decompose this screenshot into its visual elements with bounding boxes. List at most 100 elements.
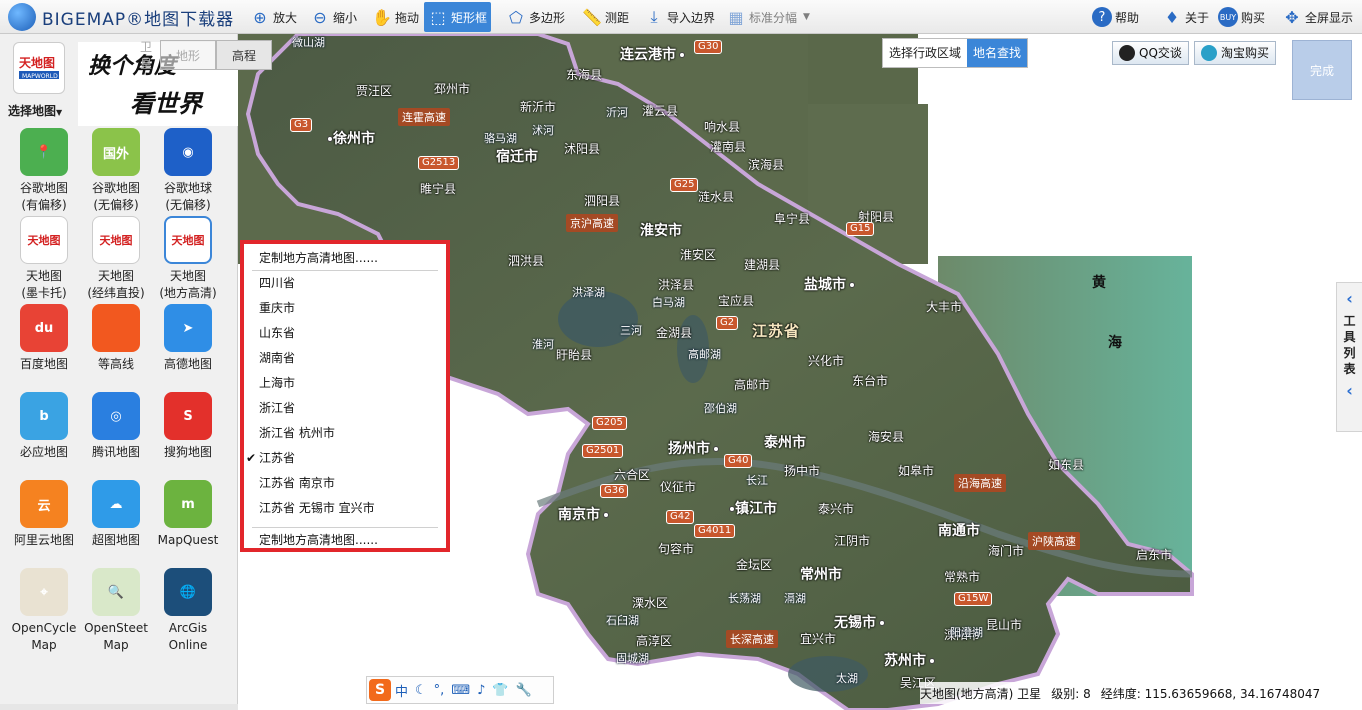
qq-chat-button[interactable]: QQ交谈 xyxy=(1112,41,1189,65)
road-shield: G2501 xyxy=(582,444,624,458)
voice-icon[interactable]: ♪ xyxy=(477,683,485,698)
mapquest-icon: m xyxy=(164,480,212,528)
region-menu-item[interactable]: 山东省 xyxy=(244,321,446,346)
map-source-item[interactable]: ➤ 高德地图 xyxy=(152,304,224,373)
city-suqian: 宿迁市 xyxy=(496,149,538,165)
polygon-button[interactable]: ⬠ 多边形 xyxy=(502,2,569,32)
map-source-item[interactable]: b 必应地图 xyxy=(8,392,80,461)
map-source-item[interactable]: 国外 谷歌地图 (无偏移) xyxy=(80,128,152,214)
lake-label: 洪泽湖 xyxy=(572,286,605,299)
tool-list-sidebar[interactable]: ‹ 工具列表 ‹ xyxy=(1336,282,1362,432)
map-source-label: 高德地图 xyxy=(163,357,212,371)
region-menu-item[interactable]: 江苏省 无锡市 宜兴市 xyxy=(244,496,446,521)
road-shield: G30 xyxy=(694,40,723,54)
rectangle-button[interactable]: ⬚ 矩形框 xyxy=(424,2,492,32)
region-menu-label: 上海市 xyxy=(259,376,296,390)
map-source-item[interactable]: ☁ 超图地图 xyxy=(80,480,152,549)
place-label: 邳州市 xyxy=(434,82,471,96)
place-label: 句容市 xyxy=(658,542,695,556)
standard-split-button[interactable]: ▦ 标准分幅 ▼ xyxy=(722,2,814,32)
drag-button[interactable]: ✋ 拖动 xyxy=(368,2,423,32)
status-map-name: 天地图(地方高清) 卫星 xyxy=(920,686,1042,701)
level-label: 级别: xyxy=(1051,686,1080,701)
city-nantong: 南通市 xyxy=(938,523,980,539)
fullscreen-button[interactable]: ✥ 全屏显示 xyxy=(1278,2,1357,32)
map-source-item[interactable]: 🔍 OpenSteet Map xyxy=(80,568,152,654)
region-menu-item[interactable]: 四川省 xyxy=(244,271,446,296)
taobao-buy-button[interactable]: 淘宝购买 xyxy=(1194,41,1277,65)
map-source-item[interactable]: S 搜狗地图 xyxy=(152,392,224,461)
select-map-label: 选择地图 xyxy=(8,104,57,118)
region-menu-item[interactable]: 重庆市 xyxy=(244,296,446,321)
keyboard-icon[interactable]: ⌨ xyxy=(451,683,470,698)
map-source-item[interactable]: 天地图 天地图 (经纬直投) xyxy=(80,216,152,302)
place-label: 海门市 xyxy=(988,544,1025,558)
customize-hd-map-item[interactable]: 定制地方高清地图...... xyxy=(252,246,438,271)
map-source-item[interactable]: 天地图 天地图 (地方高清) xyxy=(152,216,224,302)
sogou-ime-icon[interactable]: S xyxy=(369,679,391,701)
region-menu-label: 浙江省 杭州市 xyxy=(259,426,335,440)
map-source-item[interactable]: 天地图 天地图 (墨卡托) xyxy=(8,216,80,302)
select-map-dropdown[interactable]: 天地图 MAPWORLD 选择地图▼ xyxy=(8,42,70,124)
map-source-item[interactable]: du 百度地图 xyxy=(8,304,80,373)
zoom-out-button[interactable]: ⊖ 缩小 xyxy=(306,2,361,32)
region-menu-label: 山东省 xyxy=(259,326,296,340)
region-menu-item[interactable]: 湖南省 xyxy=(244,346,446,371)
help-button[interactable]: ? 帮助 xyxy=(1088,2,1143,32)
done-button[interactable]: 完成 xyxy=(1292,40,1352,100)
skin-icon[interactable]: 👕 xyxy=(492,683,508,698)
customize-hd-map-item-footer[interactable]: 定制地方高清地图...... xyxy=(252,527,438,552)
chevron-left-icon[interactable]: ‹ xyxy=(1337,381,1362,401)
map-source-item[interactable]: ⌖ OpenCycle Map xyxy=(8,568,80,654)
map-source-label: OpenCycle xyxy=(11,621,77,635)
tianditu-icon: 天地图 xyxy=(164,216,212,264)
map-source-item[interactable]: ◎ 腾讯地图 xyxy=(80,392,152,461)
wrench-icon[interactable]: 🔧 xyxy=(516,683,532,698)
chevron-left-icon[interactable]: ‹ xyxy=(1337,289,1362,309)
aliyun-map-icon: 云 xyxy=(20,480,68,528)
tab-terrain[interactable]: 地形 xyxy=(160,40,216,70)
tab-satellite[interactable]: 卫星 xyxy=(140,40,160,71)
map-source-item[interactable]: 云阿里云地图 xyxy=(8,480,80,549)
map-source-item[interactable]: 📍 谷歌地图 (有偏移) xyxy=(8,128,80,214)
rectangle-select-icon: ⬚ xyxy=(430,7,446,27)
moon-icon[interactable]: ☾ xyxy=(415,683,427,698)
lake-label: 骆马湖 xyxy=(484,132,517,145)
region-menu-item[interactable]: 江苏省 南京市 xyxy=(244,471,446,496)
map-source-sublabel: (墨卡托) xyxy=(21,286,67,300)
tab-elevation[interactable]: 高程 xyxy=(216,40,272,70)
region-menu-item[interactable]: 浙江省 xyxy=(244,396,446,421)
chinese-mode-icon[interactable]: 中 xyxy=(395,681,408,700)
measure-button[interactable]: 📏 测距 xyxy=(578,2,633,32)
map-source-label: 等高线 xyxy=(97,357,134,371)
tab-select-admin-region[interactable]: 选择行政区域 xyxy=(883,39,967,67)
road-shield: G4011 xyxy=(694,524,736,538)
hand-icon: ✋ xyxy=(372,7,392,27)
zoom-in-button[interactable]: ⊕ 放大 xyxy=(246,2,301,32)
river-label: 沂河 xyxy=(606,106,628,119)
baidu-map-icon: du xyxy=(20,304,68,352)
tab-place-search[interactable]: 地名查找 xyxy=(967,39,1028,67)
buy-button[interactable]: BUY 购买 xyxy=(1214,2,1269,32)
map-source-item[interactable]: ◉ 谷歌地球 (无偏移) xyxy=(152,128,224,214)
lake-label: 滆湖 xyxy=(784,592,806,605)
svg-text:MAPWORLD: MAPWORLD xyxy=(22,73,58,80)
punctuation-icon[interactable]: °, xyxy=(434,683,445,698)
map-source-item[interactable]: 🌐 ArcGis Online xyxy=(152,568,224,654)
map-source-item[interactable]: m MapQuest xyxy=(152,480,224,549)
checkmark-icon: ✔ xyxy=(246,451,257,465)
region-menu-item[interactable]: 浙江省 杭州市 xyxy=(244,421,446,446)
tool-list-label: 工具列表 xyxy=(1343,314,1356,376)
import-boundary-button[interactable]: ⤓ 导入边界 xyxy=(640,2,719,32)
arcgis-icon: 🌐 xyxy=(164,568,212,616)
city-zhenjiang: 镇江市 xyxy=(726,498,777,518)
place-label: 阜宁县 xyxy=(774,212,811,226)
status-level: 级别: 8 xyxy=(1051,685,1091,702)
region-menu-item[interactable]: 上海市 xyxy=(244,371,446,396)
region-menu-item[interactable]: ✔ 江苏省 xyxy=(244,446,446,471)
about-button[interactable]: ♦ 关于 xyxy=(1158,2,1213,32)
city-huaian: 淮安市 xyxy=(640,223,682,239)
map-source-item[interactable]: 等高线 xyxy=(80,304,152,373)
svg-text:天地图: 天地图 xyxy=(19,55,55,70)
place-label: 启东市 xyxy=(1136,548,1173,562)
